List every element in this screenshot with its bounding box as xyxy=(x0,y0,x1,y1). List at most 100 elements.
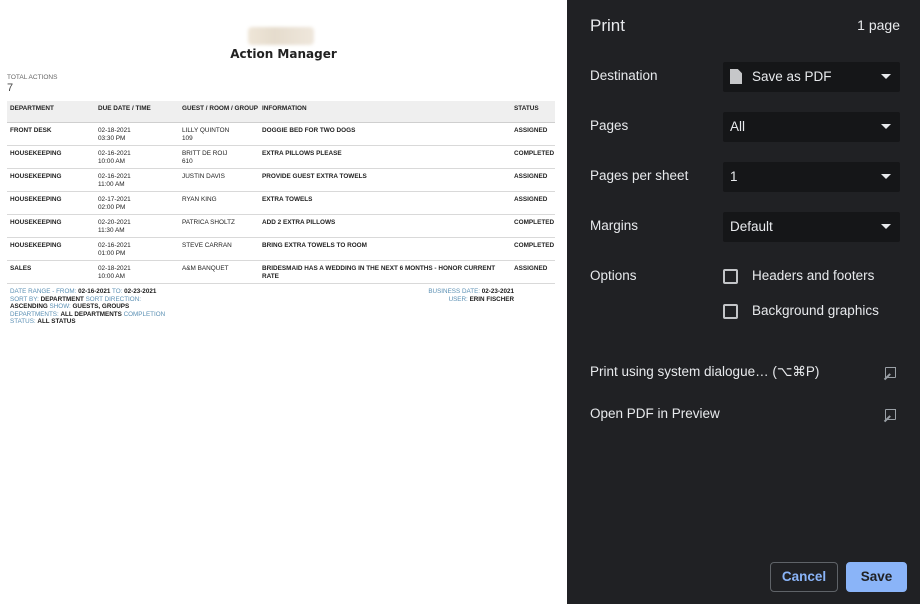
chevron-down-icon xyxy=(881,174,891,179)
cell-guest-name: STEVE CARRAN xyxy=(182,242,232,249)
cell-due-date: 02-20-2021 11:30 AM xyxy=(98,219,178,234)
cell-guest-name: A&M BANQUET xyxy=(182,265,229,272)
report-meta: BUSINESS DATE: 02-23-2021 USER: ERIN FIS… xyxy=(400,288,514,303)
total-actions-label: TOTAL ACTIONS xyxy=(7,74,58,81)
cell-status: COMPLETED xyxy=(514,242,555,249)
cell-guest: JUSTIN DAVIS xyxy=(182,173,258,181)
cell-guest: LILLY QUINTON 109 xyxy=(182,127,258,142)
cell-department: HOUSEKEEPING xyxy=(10,242,62,249)
chevron-down-icon xyxy=(881,224,891,229)
cell-information: EXTRA TOWELS xyxy=(262,196,313,203)
cell-due-date: 02-18-2021 10:00 AM xyxy=(98,265,178,280)
cell-date: 02-16-2021 xyxy=(98,173,131,180)
cell-guest-name: BRITT DE ROIJ xyxy=(182,150,228,157)
cell-date: 02-17-2021 xyxy=(98,196,131,203)
cell-status: ASSIGNED xyxy=(514,173,548,180)
departments-value: ALL DEPARTMENTS xyxy=(60,310,122,318)
open-external-icon xyxy=(883,365,898,380)
cell-guest-name: PATRICA SHOLTZ xyxy=(182,219,235,226)
cell-date: 02-18-2021 xyxy=(98,127,131,134)
cell-time: 11:00 AM xyxy=(98,180,125,188)
cell-information: BRING EXTRA TOWELS TO ROOM xyxy=(262,242,367,249)
page-count: 1 page xyxy=(857,17,900,33)
save-button[interactable]: Save xyxy=(846,562,907,592)
cell-information: ADD 2 EXTRA PILLOWS xyxy=(262,219,336,226)
cell-information: EXTRA PILLOWS PLEASE xyxy=(262,150,342,157)
margins-select[interactable]: Default xyxy=(723,212,900,242)
show-label: SHOW: xyxy=(49,303,71,311)
open-pdf-link[interactable]: Open PDF in Preview xyxy=(590,406,900,426)
sort-by-label: SORT BY: xyxy=(10,295,39,303)
cell-department: HOUSEKEEPING xyxy=(10,173,62,180)
cell-department: HOUSEKEEPING xyxy=(10,196,62,203)
sort-direction-label: SORT DIRECTION: xyxy=(85,295,141,303)
date-to: 02-23-2021 xyxy=(124,288,157,295)
pages-per-sheet-value: 1 xyxy=(730,169,738,184)
cell-date: 02-16-2021 xyxy=(98,150,131,157)
destination-value: Save as PDF xyxy=(752,69,832,84)
business-date-label: BUSINESS DATE: xyxy=(428,288,481,295)
print-dialog: Print 1 page Destination Save as PDF Pag… xyxy=(567,0,920,604)
date-range-label: DATE RANGE - FROM: xyxy=(10,288,77,295)
cell-status: COMPLETED xyxy=(514,219,555,226)
cell-due-date: 02-16-2021 11:00 AM xyxy=(98,173,178,188)
headers-footers-checkbox[interactable] xyxy=(723,269,738,284)
table-header: DEPARTMENT DUE DATE / TIME GUEST / ROOM … xyxy=(7,101,555,123)
cell-guest-name: LILLY QUINTON xyxy=(182,127,230,134)
cell-guest: PATRICA SHOLTZ xyxy=(182,219,258,227)
cell-time: 03:30 PM xyxy=(98,134,126,142)
document-title: Action Manager xyxy=(230,47,337,61)
cell-guest: A&M BANQUET xyxy=(182,265,258,273)
column-header-guest: GUEST / ROOM / GROUP xyxy=(182,105,258,112)
cell-due-date: 02-17-2021 02:00 PM xyxy=(98,196,178,211)
departments-label: DEPARTMENTS: xyxy=(10,310,59,318)
cell-time: 10:00 AM xyxy=(98,157,126,165)
cell-department: HOUSEKEEPING xyxy=(10,150,62,157)
cell-status: ASSIGNED xyxy=(514,265,548,272)
background-graphics-checkbox[interactable] xyxy=(723,304,738,319)
margins-label: Margins xyxy=(590,218,639,233)
cell-guest: RYAN KING xyxy=(182,196,258,204)
completion-status-value: ALL STATUS xyxy=(37,318,76,326)
hotel-logo xyxy=(248,27,314,45)
margins-value: Default xyxy=(730,219,773,234)
pages-select[interactable]: All xyxy=(723,112,900,142)
pages-per-sheet-select[interactable]: 1 xyxy=(723,162,900,192)
cancel-button[interactable]: Cancel xyxy=(770,562,838,592)
table-row: HOUSEKEEPING 02-16-2021 10:00 AM BRITT DE R… xyxy=(7,146,555,169)
cell-due-date: 02-18-2021 03:30 PM xyxy=(98,127,178,142)
cell-information: BRIDESMAID HAS A WEDDING IN THE NEXT 6 M… xyxy=(262,265,496,280)
table-row: HOUSEKEEPING 02-16-2021 01:00 PM STEVE CARR… xyxy=(7,238,555,261)
cell-guest-name: RYAN KING xyxy=(182,196,217,203)
pages-label: Pages xyxy=(590,118,629,133)
cell-due-date: 02-16-2021 10:00 AM xyxy=(98,150,178,165)
cell-department: SALES xyxy=(10,265,32,272)
column-header-due-date: DUE DATE / TIME xyxy=(98,105,151,112)
system-dialog-label: Print using system dialogue… (⌥⌘P) xyxy=(590,364,820,379)
headers-footers-label: Headers and footers xyxy=(752,268,875,283)
open-external-icon xyxy=(883,407,898,422)
cell-information: PROVIDE GUEST EXTRA TOWELS xyxy=(262,173,367,180)
sort-by: DEPARTMENT xyxy=(40,295,84,303)
cell-status: COMPLETED xyxy=(514,150,555,157)
actions-table: DEPARTMENT DUE DATE / TIME GUEST / ROOM … xyxy=(7,101,555,284)
table-row: SALES 02-18-2021 10:00 AM A&M BANQUET BRIDES… xyxy=(7,261,555,284)
cell-guest: STEVE CARRAN xyxy=(182,242,258,250)
cell-information: DOGGIE BED FOR TWO DOGS xyxy=(262,127,356,134)
document-icon xyxy=(730,69,742,84)
cell-time: 01:00 PM xyxy=(98,249,126,257)
table-row: HOUSEKEEPING 02-16-2021 11:00 AM JUSTIN DAV… xyxy=(7,169,555,192)
print-preview: Action Manager TOTAL ACTIONS 7 DEPARTMEN… xyxy=(0,0,567,604)
destination-select[interactable]: Save as PDF xyxy=(723,62,900,92)
cell-room: 610 xyxy=(182,157,193,165)
table-row: HOUSEKEEPING 02-20-2021 11:30 AM PATRICA SH… xyxy=(7,215,555,238)
report-filters: DATE RANGE - FROM: 02-16-2021 TO: 02-23-… xyxy=(10,288,175,326)
cell-time: 10:00 AM xyxy=(98,272,126,280)
chevron-down-icon xyxy=(881,124,891,129)
cell-time: 02:00 PM xyxy=(98,203,126,211)
system-dialog-link[interactable]: Print using system dialogue… (⌥⌘P) xyxy=(590,364,900,384)
column-header-department: DEPARTMENT xyxy=(10,105,54,112)
cell-department: HOUSEKEEPING xyxy=(10,219,62,226)
total-actions-value: 7 xyxy=(7,82,14,94)
cell-guest-name: JUSTIN DAVIS xyxy=(182,173,225,180)
